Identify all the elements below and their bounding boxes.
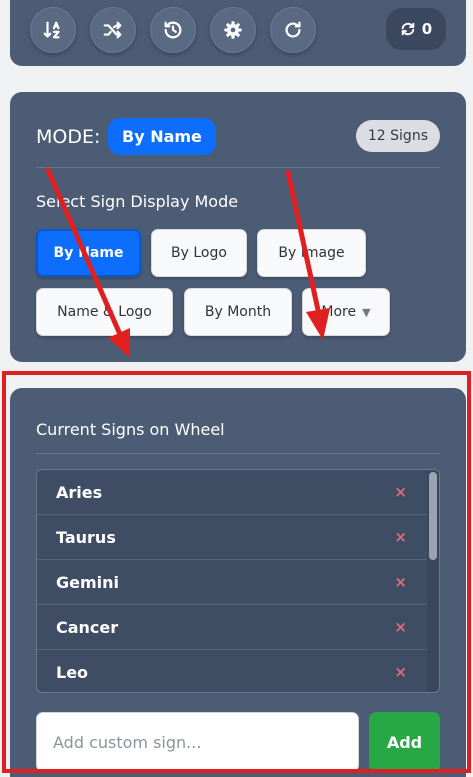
scrollbar-track[interactable] [427, 470, 439, 692]
history-button[interactable] [150, 7, 196, 53]
sign-name: Leo [56, 662, 89, 682]
settings-button[interactable] [210, 7, 256, 53]
mode-option-by-image[interactable]: By Image [257, 229, 366, 277]
spin-count-value: 0 [421, 20, 433, 38]
mode-option-by-name[interactable]: By Name [36, 229, 141, 277]
remove-icon[interactable]: × [394, 528, 407, 546]
gear-icon [224, 21, 242, 39]
current-signs-title: Current Signs on Wheel [36, 420, 225, 439]
shuffle-icon [103, 21, 122, 39]
sign-name: Taurus [56, 527, 116, 547]
sign-name: Aries [56, 482, 103, 502]
sign-name: Gemini [56, 572, 120, 592]
list-item: Gemini × [37, 560, 429, 605]
sync-icon [401, 22, 415, 36]
signs-count-badge: 12 Signs [355, 120, 440, 152]
remove-icon[interactable]: × [394, 483, 407, 501]
history-icon [164, 21, 182, 39]
signs-list[interactable]: Aries × Taurus × Gemini × Cancer × Leo × [36, 469, 440, 693]
add-sign-button[interactable]: Add [369, 712, 440, 772]
signs-panel: Current Signs on Wheel Aries × Taurus × … [10, 388, 466, 777]
toolbar: 0 [10, 0, 466, 66]
current-mode-badge: By Name [108, 118, 216, 155]
mode-option-name-and-logo[interactable]: Name & Logo [36, 288, 173, 336]
remove-icon[interactable]: × [394, 573, 407, 591]
divider [36, 453, 440, 454]
list-item: Aries × [37, 470, 429, 515]
divider [36, 167, 440, 168]
caret-down-icon: ▼ [362, 305, 371, 319]
mode-option-by-logo[interactable]: By Logo [151, 229, 247, 277]
remove-icon[interactable]: × [394, 618, 407, 636]
sign-name: Cancer [56, 617, 119, 637]
list-item: Cancer × [37, 605, 429, 650]
shuffle-button[interactable] [90, 7, 136, 53]
mode-option-more-dropdown[interactable]: More ▼ [302, 288, 390, 336]
reset-button[interactable] [270, 7, 316, 53]
sort-az-icon [43, 21, 60, 39]
mode-option-by-month[interactable]: By Month [184, 288, 292, 336]
remove-icon[interactable]: × [394, 663, 407, 681]
spin-count-badge: 0 [386, 8, 446, 50]
sort-button[interactable] [30, 7, 76, 53]
scrollbar-thumb[interactable] [429, 472, 437, 560]
list-item: Leo × [37, 650, 429, 692]
custom-sign-input[interactable] [36, 712, 359, 772]
list-item: Taurus × [37, 515, 429, 560]
mode-label: MODE: [36, 126, 101, 148]
display-mode-title: Select Sign Display Mode [36, 192, 239, 211]
mode-panel: MODE: By Name 12 Signs Select Sign Displ… [10, 92, 466, 362]
redo-icon [285, 21, 301, 38]
